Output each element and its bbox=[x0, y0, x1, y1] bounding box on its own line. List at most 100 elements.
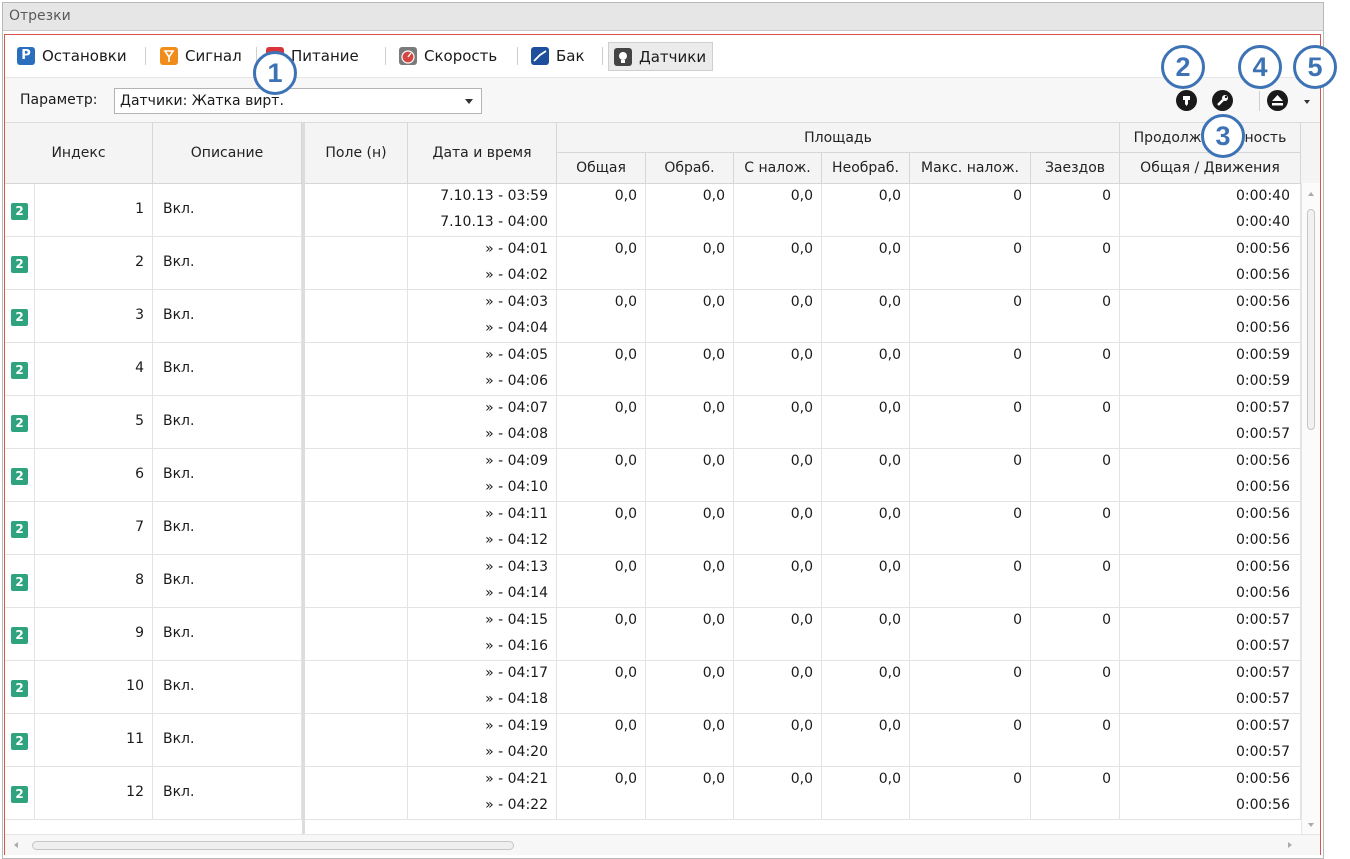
table-row[interactable]: 2 11 Вкл.» - 04:19» - 04:20 0,0 0,0 0,0 0,0 0 0 0… bbox=[5, 714, 1301, 767]
cell-max-overlap: 0 bbox=[910, 502, 1031, 555]
header-area-total[interactable]: Общая bbox=[557, 153, 646, 184]
header-area-processed[interactable]: Обраб. bbox=[646, 153, 734, 184]
cell-duration: 0:00:57 0:00:57 bbox=[1120, 396, 1301, 449]
parameter-select[interactable]: Датчики: Жатка вирт. bbox=[114, 88, 482, 114]
duration-total: 0:00:56 bbox=[1236, 453, 1290, 469]
cell-area-overlap: 0,0 bbox=[734, 661, 822, 714]
table-row[interactable]: 2 7 Вкл. » - 04:11 » - 04:12 0,0 0,0 0,0 0,0 0 0 0:… bbox=[5, 502, 1301, 555]
scroll-down-icon[interactable] bbox=[1308, 823, 1314, 827]
dropdown-arrow-icon[interactable] bbox=[1304, 100, 1310, 104]
signal-icon bbox=[160, 47, 178, 65]
table-row[interactable]: 2 3 Вкл. » - 04:03 » - 04:04 0,0 0,0 0,0 0,0 0 0 0:… bbox=[5, 290, 1301, 343]
tab-sensors[interactable]: Датчики bbox=[608, 42, 714, 71]
table-row[interactable]: 2 5 Вкл. » - 04:07 » - 04:08 0,0 0,0 0,0 0,0 0 0 0:… bbox=[5, 396, 1301, 449]
cell-area-processed-value: 0,0 bbox=[702, 506, 725, 522]
header-datetime[interactable]: Дата и время bbox=[408, 123, 557, 184]
duration-total: 0:00:56 bbox=[1236, 506, 1290, 522]
table-row[interactable]: 2 1 Вкл. 7.10.13 - 03:59 7.10.13 - 04:00 0,0 0… bbox=[5, 184, 1301, 237]
speedometer-icon bbox=[399, 47, 417, 65]
cell-description-value: Вкл. bbox=[163, 731, 195, 747]
eject-icon[interactable] bbox=[1267, 90, 1288, 111]
datetime-start: » - 04:11 bbox=[485, 506, 548, 522]
vertical-scrollbar[interactable] bbox=[1301, 183, 1320, 834]
tab-tank[interactable]: Бак bbox=[531, 43, 585, 69]
table-row[interactable]: 2 2 Вкл. » - 04:01 » - 04:02 0,0 0,0 0,0 0,0 0 0 0:… bbox=[5, 237, 1301, 290]
tab-speed[interactable]: Скорость bbox=[399, 43, 497, 69]
duration-total: 0:00:56 bbox=[1236, 559, 1290, 575]
cell-description-value: Вкл. bbox=[163, 572, 195, 588]
duration-total: 0:00:57 bbox=[1236, 665, 1290, 681]
cell-status: 2 bbox=[5, 184, 35, 237]
duration-total: 0:00:56 bbox=[1236, 294, 1290, 310]
scroll-right-icon[interactable] bbox=[1288, 842, 1292, 848]
cell-area-total-value: 0,0 bbox=[614, 453, 637, 469]
cell-max-overlap-value: 0 bbox=[1013, 612, 1022, 628]
cell-passes: 0 bbox=[1031, 661, 1120, 714]
cell-index-value: 2 bbox=[135, 254, 144, 270]
cell-passes-value: 0 bbox=[1102, 294, 1111, 310]
segment-status-icon: 2 bbox=[11, 415, 28, 432]
cell-max-overlap: 0 bbox=[910, 290, 1031, 343]
cell-passes-value: 0 bbox=[1102, 241, 1111, 257]
cell-area-processed: 0,0 bbox=[646, 343, 734, 396]
cell-status: 2 bbox=[5, 608, 35, 661]
tab-stops[interactable]: P Остановки bbox=[17, 43, 127, 69]
cell-area-overlap: 0,0 bbox=[734, 608, 822, 661]
header-field[interactable]: Поле (н) bbox=[305, 123, 408, 184]
table-row[interactable]: 2 4 Вкл. » - 04:05 » - 04:06 0,0 0,0 0,0 0,0 0 0 0:… bbox=[5, 343, 1301, 396]
cell-passes: 0 bbox=[1031, 555, 1120, 608]
cell-max-overlap: 0 bbox=[910, 449, 1031, 502]
cell-duration: 0:00:56 0:00:56 bbox=[1120, 767, 1301, 820]
cell-area-total-value: 0,0 bbox=[614, 559, 637, 575]
cell-index-value: 10 bbox=[126, 678, 144, 694]
header-description[interactable]: Описание bbox=[153, 123, 302, 184]
header-index[interactable]: Индекс bbox=[5, 123, 153, 184]
scroll-left-icon[interactable] bbox=[14, 842, 18, 848]
header-duration-sub[interactable]: Общая / Движения bbox=[1120, 153, 1301, 184]
pin-icon[interactable] bbox=[1176, 90, 1197, 111]
cell-passes-value: 0 bbox=[1102, 718, 1111, 734]
horizontal-scroll-thumb[interactable] bbox=[32, 841, 514, 850]
cell-area-total-value: 0,0 bbox=[614, 718, 637, 734]
vertical-scroll-thumb[interactable] bbox=[1307, 209, 1315, 430]
datetime-start: » - 04:19 bbox=[485, 718, 548, 734]
table-row[interactable]: 2 8 Вкл. » - 04:13 » - 04:14 0,0 0,0 0,0 0,0 0 0 0:… bbox=[5, 555, 1301, 608]
table-row[interactable]: 2 6 Вкл. » - 04:09 » - 04:10 0,0 0,0 0,0 0,0 0 0 0:… bbox=[5, 449, 1301, 502]
parameter-label: Параметр: bbox=[20, 92, 98, 108]
table-row[interactable]: 2 9 Вкл. » - 04:15 » - 04:16 0,0 0,0 0,0 0,0 0 0 0:… bbox=[5, 608, 1301, 661]
cell-index-value: 1 bbox=[135, 201, 144, 217]
cell-max-overlap-value: 0 bbox=[1013, 188, 1022, 204]
table-row[interactable]: 2 12 Вкл.» - 04:21» - 04:22 0,0 0,0 0,0 0,0 0 0 0… bbox=[5, 767, 1301, 820]
table-row[interactable]: 2 10 Вкл.» - 04:17» - 04:18 0,0 0,0 0,0 0,0 0 0 0… bbox=[5, 661, 1301, 714]
cell-area-processed-value: 0,0 bbox=[702, 347, 725, 363]
cell-max-overlap-value: 0 bbox=[1013, 771, 1022, 787]
cell-area-processed: 0,0 bbox=[646, 237, 734, 290]
cell-area-processed-value: 0,0 bbox=[702, 400, 725, 416]
cell-description: Вкл. bbox=[153, 555, 302, 608]
header-passes[interactable]: Заездов bbox=[1031, 153, 1120, 184]
sensor-icon bbox=[614, 47, 632, 66]
tab-sensors-label: Датчики bbox=[639, 47, 707, 66]
cell-area-unprocessed: 0,0 bbox=[822, 608, 910, 661]
cell-area-unprocessed: 0,0 bbox=[822, 714, 910, 767]
cell-max-overlap: 0 bbox=[910, 184, 1031, 237]
parking-icon: P bbox=[17, 47, 35, 65]
header-area-overlap[interactable]: С налож. bbox=[734, 153, 822, 184]
scroll-up-icon[interactable] bbox=[1308, 192, 1314, 196]
header-max-overlap[interactable]: Макс. налож. bbox=[910, 153, 1031, 184]
segment-status-icon: 2 bbox=[11, 627, 28, 644]
tab-signal[interactable]: Сигнал bbox=[160, 43, 242, 69]
cell-passes-value: 0 bbox=[1102, 559, 1111, 575]
cell-area-overlap: 0,0 bbox=[734, 343, 822, 396]
cell-area-total: 0,0 bbox=[557, 237, 646, 290]
duration-total: 0:00:57 bbox=[1236, 400, 1290, 416]
cell-max-overlap: 0 bbox=[910, 714, 1031, 767]
horizontal-scrollbar[interactable] bbox=[5, 834, 1320, 855]
cell-duration: 0:00:56 0:00:56 bbox=[1120, 555, 1301, 608]
cell-index-value: 8 bbox=[135, 572, 144, 588]
cell-index: 12 bbox=[35, 767, 153, 820]
callout-1: 1 bbox=[253, 51, 297, 95]
header-area-unprocessed[interactable]: Необраб. bbox=[822, 153, 910, 184]
duration-total: 0:00:56 bbox=[1236, 771, 1290, 787]
wrench-icon[interactable] bbox=[1212, 90, 1233, 111]
